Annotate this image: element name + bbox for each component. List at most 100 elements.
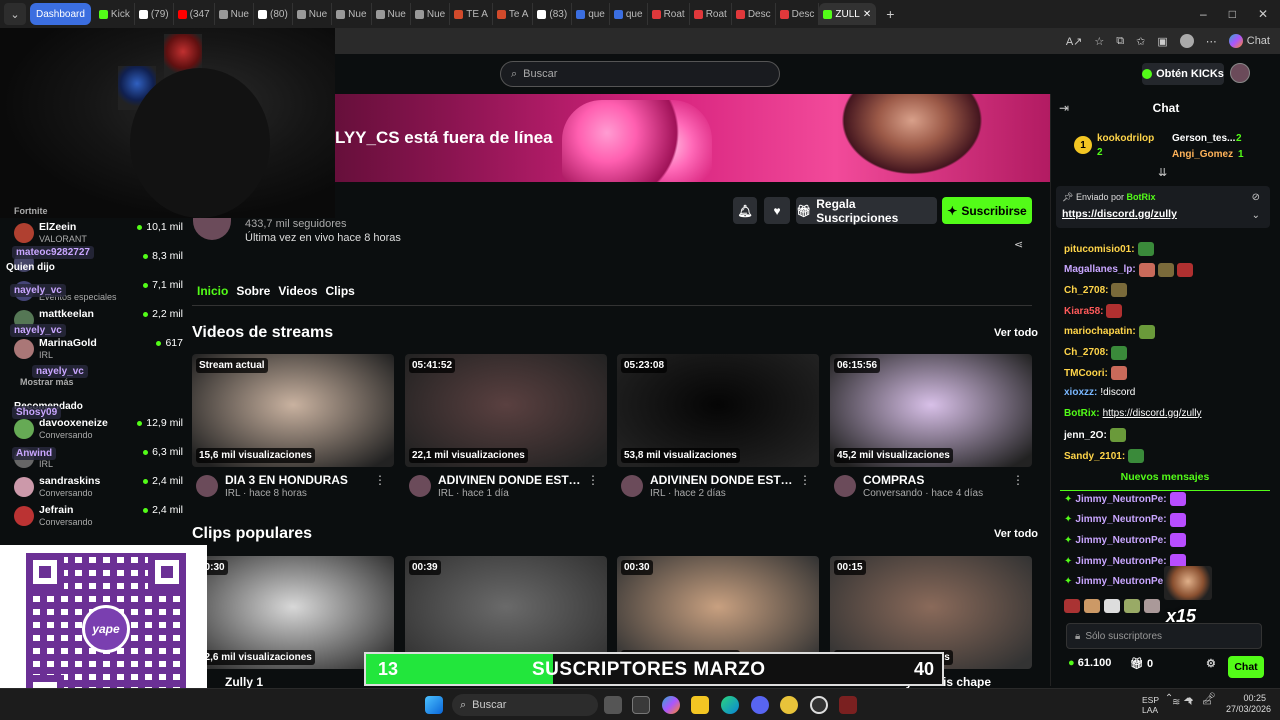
chat-username[interactable]: Jimmy_NeutronPe: xyxy=(1075,494,1166,505)
search-input[interactable]: ⌕ Buscar xyxy=(500,61,780,87)
kicks-balance[interactable]: ● 61.100 xyxy=(1068,657,1111,669)
language-indicator[interactable]: ESP LAA xyxy=(1142,695,1159,715)
tab-active[interactable]: ZULL ✕ xyxy=(819,3,877,25)
stream-thumbnail[interactable]: 05:41:52 22,1 mil visualizaciones xyxy=(405,354,607,467)
chat-username[interactable]: BotRix: xyxy=(1064,408,1100,419)
browser-tab[interactable]: Roat xyxy=(690,3,732,25)
stream-card[interactable]: 06:15:56 45,2 mil visualizaciones COMPRAS C… xyxy=(830,354,1032,505)
browser-tab[interactable]: (79) xyxy=(135,3,174,25)
tab-sobre[interactable]: Sobre xyxy=(236,284,270,298)
stream-channel-avatar[interactable] xyxy=(409,475,431,497)
copilot-chat-button[interactable]: Chat xyxy=(1228,34,1270,48)
volume-icon[interactable]: 🔈︎ xyxy=(1188,697,1194,708)
gifter-name[interactable]: Angi_Gomez xyxy=(1172,149,1233,160)
copilot-icon[interactable] xyxy=(662,696,680,714)
stream-thumbnail[interactable]: 06:15:56 45,2 mil visualizaciones xyxy=(830,354,1032,467)
recommended-channel[interactable]: Jefrain Conversando 2,4 mil xyxy=(8,501,183,529)
favorites-icon[interactable]: ✩ xyxy=(1136,35,1145,48)
file-explorer-icon[interactable] xyxy=(691,696,709,714)
tab-group-dashboard[interactable]: Dashboard xyxy=(30,3,91,25)
gifter-name[interactable]: Gerson_tes... xyxy=(1172,133,1235,144)
profile-avatar-icon[interactable] xyxy=(1179,34,1194,48)
tab-actions-menu[interactable]: ⌄ xyxy=(4,3,26,25)
chrome-icon[interactable] xyxy=(780,696,798,714)
browser-tab[interactable]: que xyxy=(572,3,610,25)
tab-videos[interactable]: Videos xyxy=(278,284,317,298)
clips-see-all-link[interactable]: Ver todo xyxy=(994,528,1038,540)
more-menu-icon[interactable]: ⋯ xyxy=(1206,35,1217,48)
stream-card[interactable]: Stream actual 15,6 mil visualizaciones DIA… xyxy=(192,354,394,505)
notifications-button[interactable]: 🔔︎ xyxy=(733,197,757,224)
follow-button[interactable]: ♥ xyxy=(764,197,790,224)
stream-title[interactable]: ADIVINEN DONDE ESTOY... xyxy=(650,473,800,487)
stream-title[interactable]: COMPRAS xyxy=(863,473,1013,487)
stream-thumbnail[interactable]: Stream actual 15,6 mil visualizaciones xyxy=(192,354,394,467)
chat-username[interactable]: Sandy_2101: xyxy=(1064,451,1125,462)
browser-tab[interactable]: TE A xyxy=(450,3,493,25)
stream-channel-avatar[interactable] xyxy=(196,475,218,497)
more-options-icon[interactable]: ⋮ xyxy=(374,473,386,487)
browser-tab[interactable]: Nue xyxy=(372,3,411,25)
more-options-icon[interactable]: ⋮ xyxy=(799,473,811,487)
browser-tab[interactable]: Nue xyxy=(215,3,254,25)
chat-username[interactable]: Jimmy_NeutronPe: xyxy=(1075,576,1166,587)
browser-tab[interactable]: (80) xyxy=(254,3,293,25)
chat-text[interactable]: https://discord.gg/zully xyxy=(1103,408,1202,419)
recommended-channel[interactable]: MarinaGold IRL 617 xyxy=(8,334,183,362)
browser-tab[interactable]: Roat xyxy=(648,3,690,25)
subscribe-button[interactable]: ✦ Suscribirse xyxy=(942,197,1032,224)
stream-card[interactable]: 05:23:08 53,8 mil visualizaciones ADIVINEN… xyxy=(617,354,819,505)
close-tab-icon[interactable]: ✕ xyxy=(863,9,871,20)
chat-username[interactable]: Jimmy_NeutronPe: xyxy=(1075,535,1166,546)
start-icon[interactable] xyxy=(425,696,443,714)
collections-icon[interactable]: ▣ xyxy=(1157,35,1167,48)
browser-tab[interactable]: Desc xyxy=(776,3,820,25)
chat-username[interactable]: Ch_2708: xyxy=(1064,347,1108,358)
chat-username[interactable]: TMCoori: xyxy=(1064,368,1108,379)
more-options-icon[interactable]: ⋮ xyxy=(1012,473,1024,487)
browser-tab[interactable]: que xyxy=(610,3,648,25)
unpin-icon[interactable]: ⊘ xyxy=(1252,192,1260,203)
chat-username[interactable]: Kiara58: xyxy=(1064,306,1103,317)
browser-tab[interactable]: Kick xyxy=(95,3,135,25)
streams-see-all-link[interactable]: Ver todo xyxy=(994,327,1038,339)
stream-title[interactable]: DIA 3 EN HONDURAS xyxy=(225,473,375,487)
taskbar-search[interactable]: ⌕ Buscar xyxy=(452,694,598,716)
chat-username[interactable]: pitucomisio01: xyxy=(1064,244,1135,255)
chat-username[interactable]: Ch_2708: xyxy=(1064,285,1108,296)
favorite-star-icon[interactable]: ☆ xyxy=(1094,35,1104,48)
expand-gifters-icon[interactable]: ⇊ xyxy=(1158,166,1167,179)
pinned-user[interactable]: BotRix xyxy=(1127,192,1156,202)
pinned-link[interactable]: https://discord.gg/zully xyxy=(1062,208,1177,220)
wifi-icon[interactable]: ≋ xyxy=(1172,697,1180,708)
user-avatar[interactable] xyxy=(1230,63,1250,83)
close-window-button[interactable]: ✕ xyxy=(1258,7,1268,21)
app-icon[interactable] xyxy=(839,696,857,714)
chat-username[interactable]: Jimmy_NeutronPe: xyxy=(1075,514,1166,525)
chat-username[interactable]: Jimmy_NeutronPe: xyxy=(1075,556,1166,567)
stream-card[interactable]: 05:41:52 22,1 mil visualizaciones ADIVINEN… xyxy=(405,354,607,505)
get-kicks-button[interactable]: Obtén KICKs xyxy=(1142,63,1224,85)
battery-icon[interactable]: ▭ xyxy=(1202,697,1211,708)
gift-subs-button[interactable]: 🎁︎ Regala Suscripciones xyxy=(796,197,937,225)
obs-icon[interactable] xyxy=(810,696,828,714)
recommended-channel[interactable]: ElZeein VALORANT 10,1 mil xyxy=(8,218,183,246)
tab-inicio[interactable]: Inicio xyxy=(197,284,228,298)
maximize-button[interactable]: □ xyxy=(1229,7,1236,21)
browser-tab[interactable]: Nue xyxy=(411,3,451,25)
recommended-channel[interactable]: sandraskins Conversando 2,4 mil xyxy=(8,472,183,500)
send-chat-button[interactable]: Chat xyxy=(1228,656,1264,678)
chat-username[interactable]: xioxzz: xyxy=(1064,387,1097,398)
edge-icon[interactable] xyxy=(721,696,739,714)
clip-title[interactable]: Zully 1 xyxy=(225,675,263,689)
browser-tab[interactable]: Nue xyxy=(293,3,333,25)
share-icon[interactable]: ⋖ xyxy=(1014,238,1023,251)
task-view-icon[interactable] xyxy=(604,696,622,714)
more-options-icon[interactable]: ⋮ xyxy=(587,473,599,487)
read-aloud-icon[interactable]: A↗ xyxy=(1066,35,1083,48)
show-more-link[interactable]: Mostrar más xyxy=(20,377,74,387)
stream-channel-avatar[interactable] xyxy=(621,475,643,497)
taskbar-clock[interactable]: 00:25 27/03/2026 xyxy=(1226,693,1271,715)
tab-clips[interactable]: Clips xyxy=(326,284,355,298)
extensions-icon[interactable]: ⧉ xyxy=(1116,35,1124,48)
